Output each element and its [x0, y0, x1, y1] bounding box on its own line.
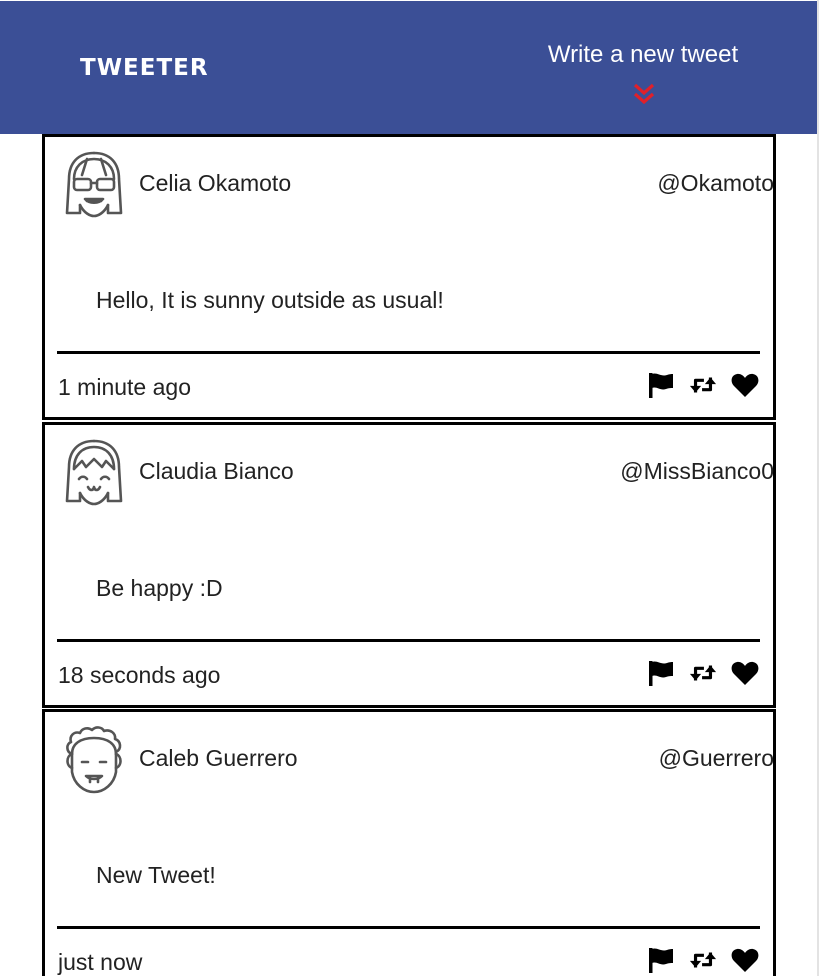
tweet-header: Caleb Guerrero @Guerrero — [60, 724, 774, 796]
tweet-actions — [647, 370, 759, 400]
compose-tweet-button[interactable]: Write a new tweet — [532, 39, 754, 71]
flag-button[interactable] — [647, 659, 675, 687]
tweet-header: Celia Okamoto @Okamoto — [60, 149, 774, 221]
retweet-button[interactable] — [689, 946, 717, 974]
tweet-author-name: Claudia Bianco — [139, 458, 294, 484]
flag-icon — [649, 373, 673, 398]
avatar-girl-sunglasses-icon[interactable] — [60, 149, 128, 221]
tweet-text: Hello, It is sunny outside as usual! — [96, 287, 444, 313]
avatar-girl-bangs-icon[interactable] — [60, 437, 128, 509]
heart-icon — [731, 948, 759, 972]
tweet-author-handle: @Guerrero — [658, 745, 774, 771]
tweet-author-name: Celia Okamoto — [139, 170, 292, 196]
tweet-divider — [57, 926, 760, 929]
tweet-divider — [57, 351, 760, 354]
tweet-card: Caleb Guerrero @Guerrero New Tweet! just… — [42, 709, 776, 976]
retweet-icon — [689, 665, 717, 681]
tweet-author-handle: @Okamoto — [657, 170, 774, 196]
tweet-header: Claudia Bianco @MissBianco0 — [60, 437, 774, 509]
brand-logo[interactable]: TWEETER — [80, 53, 209, 83]
tweet-timestamp: just now — [58, 949, 143, 975]
tweet-actions — [647, 945, 759, 975]
double-chevron-down-icon[interactable] — [631, 82, 657, 108]
tweet-divider — [57, 639, 760, 642]
tweet-text: New Tweet! — [96, 862, 216, 888]
page: TWEETER Write a new tweet Celia Okamoto … — [0, 0, 819, 976]
tweet-actions — [647, 658, 759, 688]
like-button[interactable] — [731, 946, 759, 974]
retweet-icon — [689, 952, 717, 968]
like-button[interactable] — [731, 371, 759, 399]
like-button[interactable] — [731, 659, 759, 687]
tweet-author-name: Caleb Guerrero — [139, 745, 298, 771]
flag-icon — [649, 661, 673, 686]
flag-icon — [649, 948, 673, 973]
tweet-text: Be happy :D — [96, 575, 223, 601]
flag-button[interactable] — [647, 371, 675, 399]
retweet-icon — [689, 377, 717, 393]
retweet-button[interactable] — [689, 659, 717, 687]
heart-icon — [731, 661, 759, 685]
tweet-card: Claudia Bianco @MissBianco0 Be happy :D … — [42, 422, 776, 708]
tweet-timestamp: 1 minute ago — [58, 374, 191, 400]
heart-icon — [731, 373, 759, 397]
navbar: TWEETER Write a new tweet — [0, 1, 817, 134]
tweet-author-handle: @MissBianco0 — [620, 458, 774, 484]
avatar-curly-hair-icon[interactable] — [60, 724, 128, 796]
tweet-card: Celia Okamoto @Okamoto Hello, It is sunn… — [42, 134, 776, 420]
tweet-feed: Celia Okamoto @Okamoto Hello, It is sunn… — [42, 134, 776, 976]
retweet-button[interactable] — [689, 371, 717, 399]
flag-button[interactable] — [647, 946, 675, 974]
tweet-timestamp: 18 seconds ago — [58, 662, 221, 688]
